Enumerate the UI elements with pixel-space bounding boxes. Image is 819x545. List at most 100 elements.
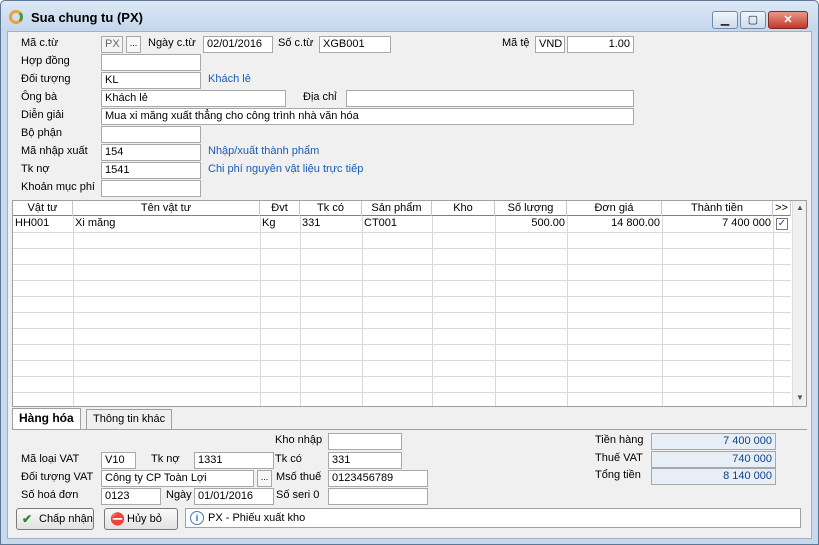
status-text: PX - Phiếu xuất kho bbox=[208, 512, 306, 524]
doi-tuong-label: Đối tượng bbox=[21, 73, 71, 85]
thue-vat-value: 740 000 bbox=[651, 451, 776, 468]
grid-scrollbar[interactable]: ▲ ▼ bbox=[792, 201, 806, 406]
dia-chi-field[interactable] bbox=[346, 90, 634, 107]
tk-no-hint: Chi phí nguyên vật liệu trực tiếp bbox=[208, 163, 364, 175]
title-bar: Sua chung tu (PX) ▁ ▢ ✕ bbox=[1, 1, 818, 31]
doi-tuong-vat-field[interactable]: Công ty CP Toàn Lợi bbox=[101, 470, 254, 487]
tab-thong-tin-khac[interactable]: Thông tin khác bbox=[86, 409, 173, 430]
col-dvt[interactable]: Đvt bbox=[260, 201, 300, 216]
accept-button-label: Chấp nhận bbox=[39, 513, 93, 525]
cell-tk-co[interactable]: 331 bbox=[300, 216, 362, 232]
ma-nhap-xuat-field[interactable]: 154 bbox=[101, 144, 201, 161]
cancel-button[interactable]: ⛔ Hủy bỏ bbox=[104, 508, 178, 530]
window: Sua chung tu (PX) ▁ ▢ ✕ Mã c.từ PX ... N… bbox=[0, 0, 819, 545]
so-seri-label: Số seri 0 bbox=[276, 489, 320, 501]
col-ten-vat-tu[interactable]: Tên vật tư bbox=[73, 201, 260, 216]
doi-tuong-hint: Khách lẻ bbox=[208, 73, 251, 85]
so-ct-label: Số c.từ bbox=[278, 37, 314, 49]
ma-nhap-xuat-label: Mã nhập xuất bbox=[21, 145, 88, 157]
ma-ct-label: Mã c.từ bbox=[21, 37, 59, 49]
scroll-down-icon[interactable]: ▼ bbox=[796, 393, 804, 402]
tk-no-label: Tk nợ bbox=[21, 163, 50, 175]
items-grid[interactable]: Vật tư Tên vật tư Đvt Tk có Sản phẩm Kho… bbox=[12, 200, 807, 407]
thue-vat-label: Thuế VAT bbox=[595, 452, 643, 464]
footer-tk-co-field[interactable]: 331 bbox=[328, 452, 402, 469]
stop-icon: ⛔ bbox=[110, 512, 125, 526]
cell-kho[interactable] bbox=[432, 216, 495, 232]
ma-nhap-xuat-hint: Nhập/xuất thành phẩm bbox=[208, 145, 320, 157]
info-icon: i bbox=[190, 511, 204, 525]
grid-header: Vật tư Tên vật tư Đvt Tk có Sản phẩm Kho… bbox=[13, 201, 791, 216]
col-thanh-tien[interactable]: Thành tiền bbox=[662, 201, 773, 216]
app-logo-icon bbox=[9, 10, 23, 24]
so-hoa-don-label: Số hoá đơn bbox=[21, 489, 79, 501]
ty-gia-field[interactable]: 1.00 bbox=[567, 36, 634, 53]
dien-giai-label: Diễn giải bbox=[21, 109, 64, 121]
ngay-ct-field[interactable]: 02/01/2016 bbox=[203, 36, 273, 53]
ma-loai-vat-field[interactable]: V10 bbox=[101, 452, 136, 469]
col-kho[interactable]: Kho bbox=[432, 201, 495, 216]
doi-tuong-vat-lookup-button[interactable]: ... bbox=[257, 470, 272, 487]
row-checkbox[interactable]: ✓ bbox=[776, 218, 788, 230]
khoan-muc-field[interactable] bbox=[101, 180, 201, 197]
col-don-gia[interactable]: Đơn giá bbox=[567, 201, 662, 216]
ong-ba-label: Ông bà bbox=[21, 91, 58, 103]
tong-tien-label: Tổng tiền bbox=[595, 469, 641, 481]
tong-tien-value: 8 140 000 bbox=[651, 468, 776, 485]
kho-nhap-label: Kho nhập bbox=[275, 434, 323, 446]
tien-hang-label: Tiền hàng bbox=[595, 434, 644, 446]
cell-san-pham[interactable]: CT001 bbox=[362, 216, 432, 232]
kho-nhap-field[interactable] bbox=[328, 433, 402, 450]
dia-chi-label: Địa chỉ bbox=[303, 91, 337, 103]
ma-te-field[interactable]: VND bbox=[535, 36, 565, 53]
minimize-button[interactable]: ▁ bbox=[712, 11, 738, 29]
maximize-button[interactable]: ▢ bbox=[740, 11, 766, 29]
so-hoa-don-field[interactable]: 0123 bbox=[101, 488, 161, 505]
cell-dvt[interactable]: Kg bbox=[260, 216, 300, 232]
doi-tuong-vat-label: Đối tượng VAT bbox=[21, 471, 94, 483]
tk-no-field[interactable]: 1541 bbox=[101, 162, 201, 179]
ms-thue-label: Msố thuế bbox=[276, 471, 322, 483]
dien-giai-field[interactable]: Mua xi măng xuất thẳng cho công trình nh… bbox=[101, 108, 634, 125]
ms-thue-field[interactable]: 0123456789 bbox=[328, 470, 428, 487]
col-so-luong[interactable]: Số lượng bbox=[495, 201, 567, 216]
cell-thanh-tien[interactable]: 7 400 000 bbox=[662, 216, 773, 232]
ong-ba-field[interactable]: Khách lẻ bbox=[101, 90, 286, 107]
so-ct-field[interactable]: XGB001 bbox=[319, 36, 391, 53]
ma-ct-lookup-button[interactable]: ... bbox=[126, 36, 141, 53]
cell-so-luong[interactable]: 500.00 bbox=[495, 216, 567, 232]
footer-tk-no-label: Tk nợ bbox=[151, 453, 180, 465]
ngay-hoa-don-field[interactable]: 01/01/2016 bbox=[194, 488, 274, 505]
scroll-up-icon[interactable]: ▲ bbox=[796, 203, 804, 212]
doi-tuong-field[interactable]: KL bbox=[101, 72, 201, 89]
col-tk-co[interactable]: Tk có bbox=[300, 201, 362, 216]
cell-don-gia[interactable]: 14 800.00 bbox=[567, 216, 662, 232]
col-san-pham[interactable]: Sản phẩm bbox=[362, 201, 432, 216]
col-vat-tu[interactable]: Vật tư bbox=[13, 201, 73, 216]
tien-hang-value: 7 400 000 bbox=[651, 433, 776, 450]
khoan-muc-label: Khoản mục phí bbox=[21, 181, 95, 193]
ma-te-label: Mã tệ bbox=[502, 37, 530, 49]
status-bar: i PX - Phiếu xuất kho bbox=[185, 508, 801, 528]
tab-hang-hoa[interactable]: Hàng hóa bbox=[12, 408, 81, 430]
bo-phan-field[interactable] bbox=[101, 126, 201, 143]
close-button[interactable]: ✕ bbox=[768, 11, 808, 29]
ma-loai-vat-label: Mã loại VAT bbox=[21, 453, 80, 465]
ngay-ct-label: Ngày c.từ bbox=[148, 37, 196, 49]
so-seri-field[interactable] bbox=[328, 488, 428, 505]
form-body: Mã c.từ PX ... Ngày c.từ 02/01/2016 Số c… bbox=[7, 31, 812, 539]
hop-dong-label: Hợp đồng bbox=[21, 55, 70, 67]
hop-dong-field[interactable] bbox=[101, 54, 201, 71]
cell-ten-vat-tu[interactable]: Xi măng bbox=[73, 216, 260, 232]
bo-phan-label: Bộ phận bbox=[21, 127, 62, 139]
ma-ct-field[interactable]: PX bbox=[101, 36, 123, 53]
check-icon: ✔ bbox=[22, 512, 33, 526]
accept-button[interactable]: ✔ Chấp nhận bbox=[16, 508, 94, 530]
cell-vat-tu[interactable]: HH001 bbox=[13, 216, 73, 232]
footer-tk-no-field[interactable]: 1331 bbox=[194, 452, 274, 469]
ngay-hoa-don-label: Ngày bbox=[166, 489, 192, 501]
window-title: Sua chung tu (PX) bbox=[31, 10, 143, 25]
footer-tk-co-label: Tk có bbox=[275, 453, 302, 465]
col-more[interactable]: >> bbox=[773, 201, 791, 216]
cancel-button-label: Hủy bỏ bbox=[127, 513, 162, 525]
